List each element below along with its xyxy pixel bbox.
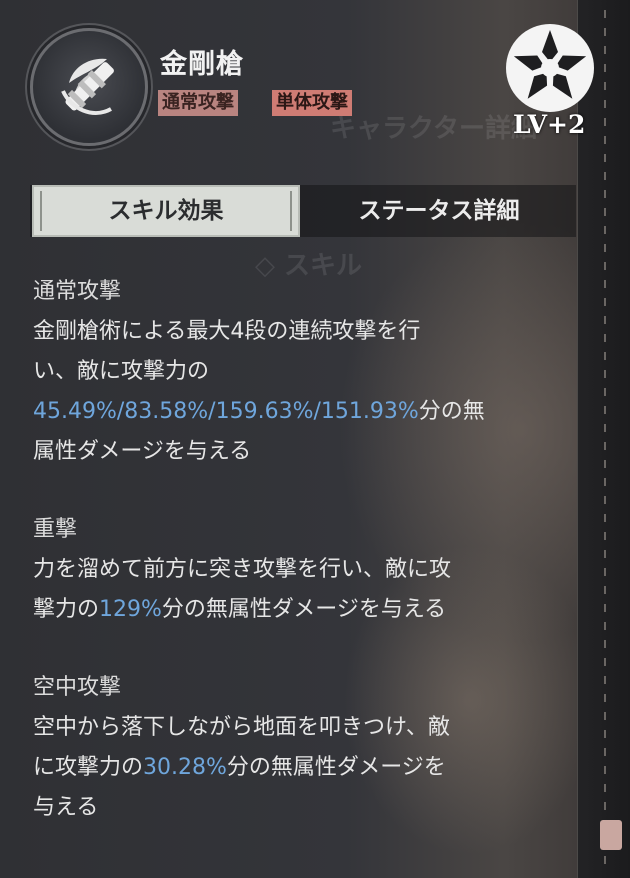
- section-line: 45.49%/83.58%/159.63%/151.93%分の無: [33, 399, 485, 424]
- section-line: 撃力の129%分の無属性ダメージを与える: [33, 597, 447, 622]
- flower-crest-icon: [504, 22, 596, 114]
- tag-single-target: 単体攻撃: [272, 90, 352, 116]
- section-normal-attack: 通常攻撃 金剛槍術による最大4段の連続攻撃を行 い、敵に攻撃力の 45.49%/…: [33, 272, 485, 472]
- damage-values: 45.49%/83.58%/159.63%/151.93%: [33, 399, 419, 424]
- section-line: 金剛槍術による最大4段の連続攻撃を行: [33, 319, 421, 344]
- spear-emblem-icon: [30, 28, 148, 146]
- tab-bar: スキル効果 ステータス詳細: [30, 185, 576, 237]
- section-title: 通常攻撃: [33, 279, 122, 304]
- tab-skill-effect[interactable]: スキル効果: [32, 185, 300, 237]
- section-heavy-attack: 重撃 力を溜めて前方に突き攻撃を行い、敵に攻 撃力の129%分の無属性ダメージを…: [33, 510, 451, 630]
- section-line: 力を溜めて前方に突き攻撃を行い、敵に攻: [33, 557, 452, 582]
- skill-name: 金剛槍: [160, 49, 244, 80]
- sticky-note: [600, 820, 622, 850]
- section-line: 属性ダメージを与える: [33, 439, 252, 464]
- tab-status-detail[interactable]: ステータス詳細: [302, 185, 576, 237]
- damage-values: 30.28%: [143, 755, 227, 780]
- tag-normal-attack: 通常攻撃: [158, 90, 238, 116]
- section-line: 空中から落下しながら地面を叩きつけ、敵: [33, 715, 450, 740]
- section-title: 空中攻撃: [33, 675, 122, 700]
- damage-values: 129%: [99, 597, 162, 622]
- section-line: に攻撃力の30.28%分の無属性ダメージを: [33, 755, 446, 780]
- section-title: 重撃: [33, 517, 78, 542]
- section-line: い、敵に攻撃力の: [33, 359, 210, 384]
- section-air-attack: 空中攻撃 空中から落下しながら地面を叩きつけ、敵 に攻撃力の30.28%分の無属…: [33, 668, 450, 828]
- skill-level: LV+2: [513, 110, 586, 139]
- section-line: 与える: [33, 795, 99, 820]
